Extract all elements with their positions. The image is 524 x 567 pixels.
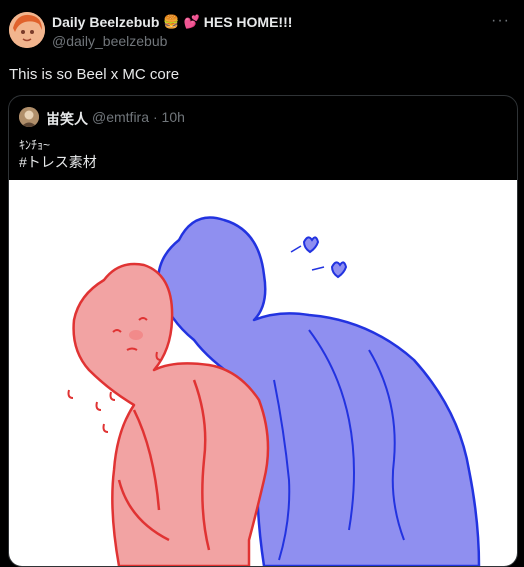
author-name-suffix: HES HOME!!! [203, 14, 293, 30]
quote-hashtag[interactable]: #トレス素材 [19, 152, 97, 172]
author-handle[interactable]: @daily_beelzebub [52, 33, 167, 49]
quote-avatar[interactable] [19, 107, 39, 127]
quote-header: 峀笑人 @emtfira · 10h [46, 109, 185, 129]
quote-image[interactable] [9, 180, 517, 566]
author-name-line[interactable]: Daily Beelzebub 🍔 💕 HES HOME!!! [52, 14, 292, 30]
quote-author-handle[interactable]: @emtfira [92, 109, 149, 129]
quote-author-name[interactable]: 峀笑人 [46, 109, 88, 129]
hamburger-emoji-icon: 🍔 [163, 14, 180, 29]
more-horizontal-icon[interactable]: ··· [491, 12, 510, 30]
quote-text-line1: ｷﾝﾁｮ~ [19, 138, 51, 152]
quote-timestamp[interactable]: · 10h [153, 109, 185, 129]
author-name[interactable]: Daily Beelzebub [52, 14, 159, 30]
quoted-tweet[interactable]: 峀笑人 @emtfira · 10h ｷﾝﾁｮ~ #トレス素材 [8, 95, 518, 567]
heart-doodles-icon [290, 236, 348, 279]
author-avatar[interactable] [9, 12, 45, 48]
tweet-text: This is so Beel x MC core [9, 66, 180, 83]
heart-emoji-icon: 💕 [183, 14, 200, 29]
